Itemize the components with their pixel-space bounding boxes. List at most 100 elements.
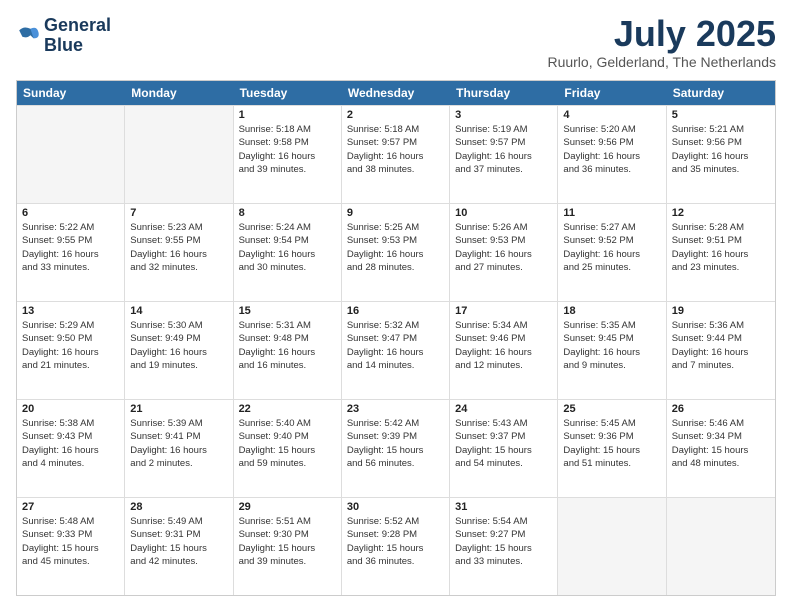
- day-number: 15: [239, 305, 336, 317]
- day-number: 25: [563, 403, 660, 415]
- cell-line: and 32 minutes.: [130, 261, 227, 274]
- cal-row-0: 1Sunrise: 5:18 AMSunset: 9:58 PMDaylight…: [17, 105, 775, 203]
- day-number: 26: [672, 403, 770, 415]
- cell-line: Sunrise: 5:26 AM: [455, 221, 552, 234]
- cell-line: Sunset: 9:46 PM: [455, 332, 552, 345]
- cal-cell: 11Sunrise: 5:27 AMSunset: 9:52 PMDayligh…: [558, 204, 666, 301]
- cell-line: Sunrise: 5:27 AM: [563, 221, 660, 234]
- calendar-header: SundayMondayTuesdayWednesdayThursdayFrid…: [17, 81, 775, 105]
- day-number: 16: [347, 305, 444, 317]
- cell-line: and 23 minutes.: [672, 261, 770, 274]
- day-number: 28: [130, 501, 227, 513]
- cell-line: Sunrise: 5:18 AM: [239, 123, 336, 136]
- cal-row-3: 20Sunrise: 5:38 AMSunset: 9:43 PMDayligh…: [17, 399, 775, 497]
- cal-cell: 24Sunrise: 5:43 AMSunset: 9:37 PMDayligh…: [450, 400, 558, 497]
- calendar-body: 1Sunrise: 5:18 AMSunset: 9:58 PMDaylight…: [17, 105, 775, 595]
- cell-line: and 39 minutes.: [239, 555, 336, 568]
- cal-cell: 5Sunrise: 5:21 AMSunset: 9:56 PMDaylight…: [667, 106, 775, 203]
- cell-line: Daylight: 16 hours: [22, 248, 119, 261]
- cell-line: Daylight: 16 hours: [563, 346, 660, 359]
- title-block: July 2025 Ruurlo, Gelderland, The Nether…: [547, 16, 776, 70]
- cal-cell: 15Sunrise: 5:31 AMSunset: 9:48 PMDayligh…: [234, 302, 342, 399]
- cell-line: Sunset: 9:56 PM: [563, 136, 660, 149]
- cell-line: Sunrise: 5:20 AM: [563, 123, 660, 136]
- cell-line: Sunrise: 5:54 AM: [455, 515, 552, 528]
- cal-cell: 23Sunrise: 5:42 AMSunset: 9:39 PMDayligh…: [342, 400, 450, 497]
- cell-line: Daylight: 16 hours: [130, 248, 227, 261]
- cell-line: Sunrise: 5:46 AM: [672, 417, 770, 430]
- cell-line: Sunrise: 5:34 AM: [455, 319, 552, 332]
- cell-line: Sunrise: 5:29 AM: [22, 319, 119, 332]
- cal-cell: 3Sunrise: 5:19 AMSunset: 9:57 PMDaylight…: [450, 106, 558, 203]
- cell-line: and 28 minutes.: [347, 261, 444, 274]
- cell-line: Sunrise: 5:36 AM: [672, 319, 770, 332]
- cal-row-1: 6Sunrise: 5:22 AMSunset: 9:55 PMDaylight…: [17, 203, 775, 301]
- cell-line: Sunset: 9:27 PM: [455, 528, 552, 541]
- cal-cell: 12Sunrise: 5:28 AMSunset: 9:51 PMDayligh…: [667, 204, 775, 301]
- cell-line: Daylight: 16 hours: [672, 346, 770, 359]
- day-number: 8: [239, 207, 336, 219]
- day-number: 7: [130, 207, 227, 219]
- day-number: 21: [130, 403, 227, 415]
- cell-line: Sunset: 9:36 PM: [563, 430, 660, 443]
- cal-cell: 4 Sunrise: 5:20 AMSunset: 9:56 PMDaylight…: [558, 106, 666, 203]
- day-number: 10: [455, 207, 552, 219]
- cell-line: and 42 minutes.: [130, 555, 227, 568]
- cell-line: Daylight: 16 hours: [22, 346, 119, 359]
- cell-line: Sunrise: 5:18 AM: [347, 123, 444, 136]
- logo-line1: General: [44, 16, 111, 36]
- cell-line: Sunrise: 5:45 AM: [563, 417, 660, 430]
- cell-line: Sunrise: 5:31 AM: [239, 319, 336, 332]
- cal-cell: [667, 498, 775, 595]
- cell-line: Sunset: 9:53 PM: [347, 234, 444, 247]
- cell-line: and 16 minutes.: [239, 359, 336, 372]
- cell-line: Sunrise: 5:23 AM: [130, 221, 227, 234]
- cell-line: Daylight: 16 hours: [130, 346, 227, 359]
- day-number: 3: [455, 109, 552, 121]
- cell-line: Sunrise: 5:52 AM: [347, 515, 444, 528]
- cal-cell: 6Sunrise: 5:22 AMSunset: 9:55 PMDaylight…: [17, 204, 125, 301]
- cell-line: Sunset: 9:49 PM: [130, 332, 227, 345]
- cell-line: Sunset: 9:34 PM: [672, 430, 770, 443]
- cell-line: and 59 minutes.: [239, 457, 336, 470]
- cell-line: Sunset: 9:55 PM: [22, 234, 119, 247]
- cell-line: Daylight: 16 hours: [347, 346, 444, 359]
- cell-line: Daylight: 15 hours: [672, 444, 770, 457]
- cell-line: Sunrise: 5:42 AM: [347, 417, 444, 430]
- cell-line: and 36 minutes.: [347, 555, 444, 568]
- cell-line: Daylight: 16 hours: [239, 150, 336, 163]
- cell-line: Daylight: 15 hours: [22, 542, 119, 555]
- cell-line: Sunrise: 5:25 AM: [347, 221, 444, 234]
- cell-line: and 19 minutes.: [130, 359, 227, 372]
- cell-line: Sunset: 9:47 PM: [347, 332, 444, 345]
- calendar: SundayMondayTuesdayWednesdayThursdayFrid…: [16, 80, 776, 596]
- cal-cell: 22Sunrise: 5:40 AMSunset: 9:40 PMDayligh…: [234, 400, 342, 497]
- cell-line: Sunrise: 5:32 AM: [347, 319, 444, 332]
- cell-line: and 14 minutes.: [347, 359, 444, 372]
- cal-cell: 30Sunrise: 5:52 AMSunset: 9:28 PMDayligh…: [342, 498, 450, 595]
- day-number: 14: [130, 305, 227, 317]
- cell-line: Daylight: 16 hours: [347, 150, 444, 163]
- cell-line: Daylight: 16 hours: [455, 150, 552, 163]
- cell-line: Sunset: 9:58 PM: [239, 136, 336, 149]
- day-number: 9: [347, 207, 444, 219]
- header-day-thursday: Thursday: [450, 81, 558, 105]
- cell-line: Sunrise: 5:49 AM: [130, 515, 227, 528]
- cell-line: Sunset: 9:50 PM: [22, 332, 119, 345]
- cell-line: Sunrise: 5:48 AM: [22, 515, 119, 528]
- day-number: 2: [347, 109, 444, 121]
- month-title: July 2025: [547, 16, 776, 52]
- day-number: 22: [239, 403, 336, 415]
- cell-line: Daylight: 16 hours: [239, 248, 336, 261]
- day-number: 12: [672, 207, 770, 219]
- cell-line: Sunset: 9:45 PM: [563, 332, 660, 345]
- cell-line: Sunset: 9:33 PM: [22, 528, 119, 541]
- cal-cell: 17Sunrise: 5:34 AMSunset: 9:46 PMDayligh…: [450, 302, 558, 399]
- day-number: 18: [563, 305, 660, 317]
- cell-line: Daylight: 16 hours: [563, 150, 660, 163]
- day-number: 4: [563, 109, 660, 121]
- cal-row-2: 13Sunrise: 5:29 AMSunset: 9:50 PMDayligh…: [17, 301, 775, 399]
- cell-line: Daylight: 15 hours: [130, 542, 227, 555]
- cell-line: Sunrise: 5:51 AM: [239, 515, 336, 528]
- cell-line: and 51 minutes.: [563, 457, 660, 470]
